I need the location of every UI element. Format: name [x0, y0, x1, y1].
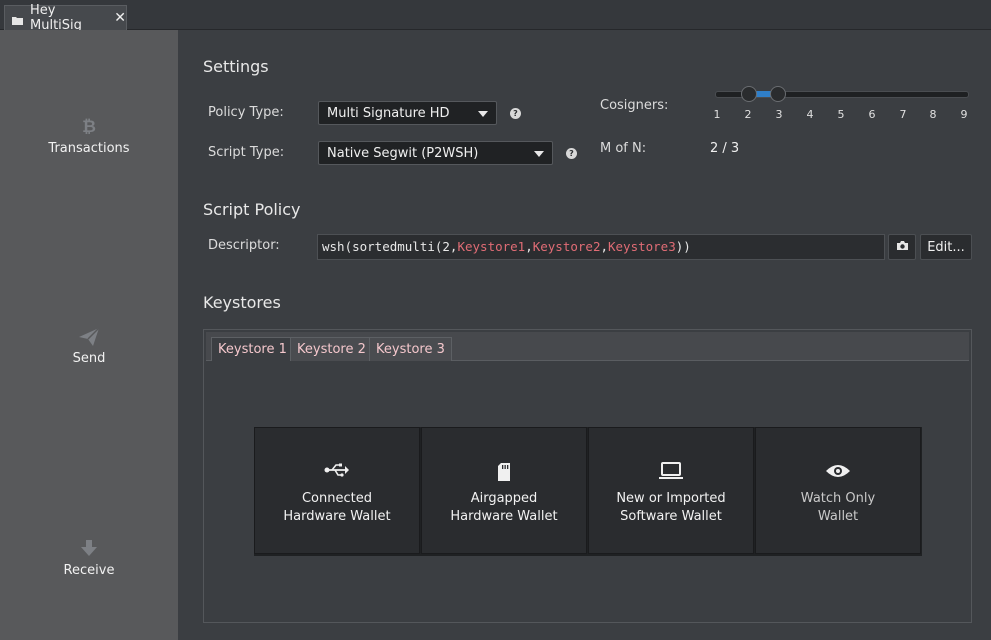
- slider-tick-label: 1: [713, 108, 721, 121]
- keystores-panel: Keystore 1 Keystore 2 Keystore 3 Connect…: [203, 329, 972, 623]
- settings-title: Settings: [203, 57, 269, 76]
- script-type-value: Native Segwit (P2WSH): [327, 146, 479, 161]
- sidebar-item-receive[interactable]: Receive: [0, 539, 178, 578]
- slider-tick-label: 8: [929, 108, 937, 121]
- policy-type-label: Policy Type:: [208, 105, 284, 120]
- chevron-down-icon: [534, 151, 544, 157]
- slider-tick-label: 9: [960, 108, 968, 121]
- descriptor-keystore: Keystore1: [457, 239, 526, 254]
- wallet-option-title: Airgapped: [470, 491, 538, 506]
- folder-icon: [12, 14, 23, 25]
- script-type-label: Script Type:: [208, 145, 285, 160]
- wallet-option-title: New or Imported: [616, 491, 726, 506]
- window-tab-bar: Hey MultiSig ✕: [0, 0, 991, 33]
- descriptor-field[interactable]: wsh(sortedmulti(2,Keystore1,Keystore2,Ke…: [317, 234, 885, 260]
- bitcoin-icon: ₿: [0, 117, 178, 139]
- chevron-down-icon: [478, 111, 488, 117]
- descriptor-separator: ,: [600, 239, 608, 254]
- slider-tick-label: 7: [899, 108, 907, 121]
- slider-low-handle[interactable]: [741, 86, 757, 102]
- window-tab[interactable]: Hey MultiSig ✕: [4, 3, 127, 33]
- slider-tick-label: 3: [775, 108, 783, 121]
- descriptor-keystore: Keystore2: [532, 239, 601, 254]
- laptop-icon: [658, 462, 684, 484]
- wallet-option-title: Connected: [301, 491, 372, 506]
- script-type-select[interactable]: Native Segwit (P2WSH): [318, 141, 553, 165]
- policy-type-select[interactable]: Multi Signature HD: [318, 101, 497, 125]
- connected-hardware-wallet-button[interactable]: Connected Hardware Wallet: [254, 427, 420, 554]
- sidebar-item-send[interactable]: Send: [0, 327, 178, 366]
- slider-high-handle[interactable]: [770, 86, 786, 102]
- sidebar-item-transactions[interactable]: ₿ Transactions: [0, 117, 178, 156]
- descriptor-separator: ,: [525, 239, 533, 254]
- sidebar: ₿ Transactions Send Receive: [0, 30, 178, 640]
- slider-tick-label: 5: [837, 108, 845, 121]
- sd-card-icon: [497, 462, 511, 484]
- tab-keystore-2[interactable]: Keystore 2: [290, 337, 373, 361]
- wallet-type-options: Connected Hardware Wallet Airgapped Hard…: [254, 427, 922, 556]
- tab-keystore-3[interactable]: Keystore 3: [369, 337, 452, 361]
- send-icon: [0, 327, 178, 349]
- sidebar-item-label: Receive: [63, 563, 115, 578]
- edit-descriptor-button[interactable]: Edit...: [920, 234, 972, 260]
- script-type-help-icon[interactable]: ?: [566, 148, 577, 159]
- tab-keystore-1[interactable]: Keystore 1: [211, 337, 294, 361]
- svg-text:₿: ₿: [82, 117, 96, 135]
- slider-tick-label: 6: [868, 108, 876, 121]
- camera-icon: [896, 240, 909, 255]
- keystores-title: Keystores: [203, 293, 281, 312]
- slider-tick-label: 2: [744, 108, 752, 121]
- slider-tick-label: 4: [806, 108, 814, 121]
- watch-only-wallet-button[interactable]: Watch Only Wallet: [755, 427, 921, 554]
- window-tab-title: Hey MultiSig: [30, 3, 82, 33]
- wallet-option-subtitle: Hardware Wallet: [283, 509, 391, 524]
- usb-icon: [324, 462, 350, 484]
- m-of-n-label: M of N:: [600, 141, 647, 156]
- sidebar-item-label: Transactions: [48, 141, 130, 156]
- script-policy-title: Script Policy: [203, 200, 301, 219]
- wallet-option-subtitle: Software Wallet: [620, 509, 722, 524]
- descriptor-suffix: )): [675, 239, 691, 254]
- airgapped-hardware-wallet-button[interactable]: Airgapped Hardware Wallet: [421, 427, 587, 554]
- download-icon: [0, 539, 178, 561]
- descriptor-label: Descriptor:: [208, 238, 280, 253]
- descriptor-keystore: Keystore3: [608, 239, 676, 254]
- eye-icon: [825, 462, 851, 484]
- main-panel: Settings Policy Type: Multi Signature HD…: [178, 30, 991, 640]
- policy-type-value: Multi Signature HD: [327, 106, 450, 121]
- cosigners-label: Cosigners:: [600, 98, 669, 113]
- wallet-option-subtitle: Wallet: [817, 509, 859, 524]
- keystore-tab-bar: Keystore 1 Keystore 2 Keystore 3: [206, 332, 969, 361]
- policy-type-help-icon[interactable]: ?: [510, 108, 521, 119]
- m-of-n-value: 2 / 3: [710, 141, 740, 156]
- software-wallet-button[interactable]: New or Imported Software Wallet: [588, 427, 754, 554]
- descriptor-prefix: wsh(sortedmulti(2,: [322, 239, 458, 254]
- camera-button[interactable]: [888, 234, 916, 260]
- wallet-option-subtitle: Hardware Wallet: [450, 509, 558, 524]
- close-icon[interactable]: ✕: [114, 10, 126, 26]
- sidebar-item-label: Send: [72, 351, 106, 366]
- wallet-option-title: Watch Only: [800, 491, 876, 506]
